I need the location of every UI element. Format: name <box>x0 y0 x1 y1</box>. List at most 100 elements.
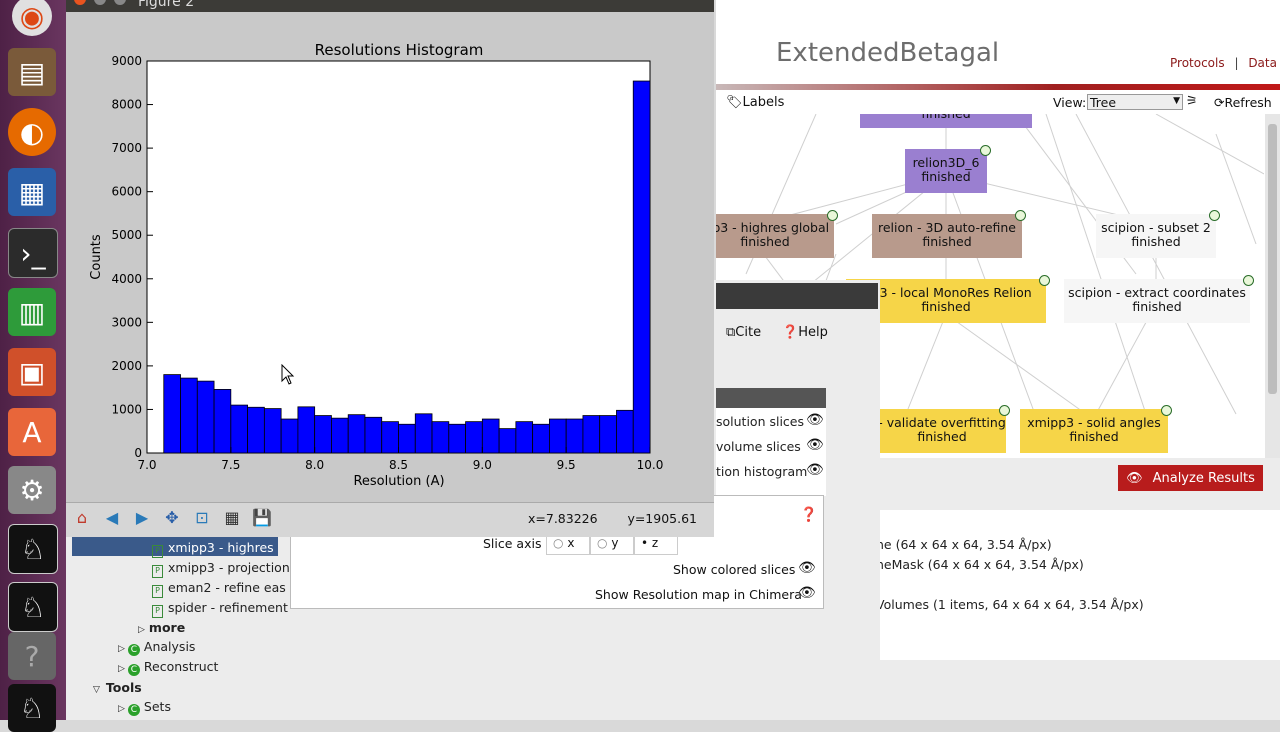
files-icon[interactable]: ▤ <box>8 48 56 96</box>
x-axis-label: Resolution (A) <box>353 474 444 489</box>
home-icon[interactable]: ⌂ <box>70 505 94 529</box>
tree-item[interactable]: Pspider - refinement <box>152 600 288 618</box>
view-select[interactable]: Tree ▼ <box>1087 94 1183 110</box>
scipion-icon[interactable]: ♘ <box>8 684 56 732</box>
histogram-bar <box>431 421 450 454</box>
status-dot-icon <box>1039 275 1050 286</box>
histogram-bar <box>498 428 517 454</box>
x-tick-label: 9.0 <box>473 458 492 472</box>
zoom-icon[interactable]: ⊡ <box>190 505 214 529</box>
histogram-bar <box>230 404 248 454</box>
software-center-icon[interactable]: A <box>8 408 56 456</box>
eye-icon[interactable]: 👁 <box>806 462 824 478</box>
tree-category-reconstruct[interactable]: ▷ C Reconstruct <box>118 659 218 676</box>
output-item[interactable]: neMask (64 x 64 x 64, 3.54 Å/px) <box>876 557 1084 572</box>
histogram-bar <box>565 418 584 454</box>
protocol-node[interactable]: xmipp3 - solid angles finished <box>1020 405 1172 453</box>
tree-category-sets[interactable]: ▷ C Sets <box>118 699 171 716</box>
slice-axis-label: Slice axis <box>483 536 542 551</box>
unknown-app-icon[interactable]: ? <box>8 632 56 680</box>
status-dot-icon <box>827 210 838 221</box>
ubuntu-logo-icon[interactable]: ◉ <box>12 0 52 36</box>
tag-icon: 🏷 <box>726 95 743 110</box>
eye-icon[interactable]: 👁 <box>806 412 824 428</box>
protocol-node[interactable]: finished <box>860 114 1032 128</box>
cite-button[interactable]: ⧉Cite <box>726 325 761 340</box>
mouse-cursor-icon <box>281 364 295 385</box>
minimize-icon[interactable] <box>94 0 106 5</box>
terminal-icon[interactable]: ›_ <box>8 228 58 278</box>
protocols-link[interactable]: Protocols <box>1170 56 1225 70</box>
eye-icon[interactable]: 👁 <box>798 585 816 601</box>
tree-layout-icon[interactable]: ⚞ <box>1186 94 1198 109</box>
eye-icon[interactable]: 👁 <box>798 560 816 576</box>
histogram-bar <box>548 418 567 454</box>
y-tick-label: 7000 <box>111 141 142 155</box>
close-icon[interactable] <box>74 0 86 5</box>
project-links: Protocols | Data <box>1170 56 1277 70</box>
labels-button[interactable]: 🏷Labels <box>726 95 784 110</box>
writer-icon[interactable]: ▦ <box>8 168 56 216</box>
graph-scrollbar[interactable] <box>1265 114 1280 458</box>
x-tick-label: 7.0 <box>137 458 156 472</box>
tree-item[interactable]: Pxmipp3 - highres <box>152 540 274 558</box>
back-icon[interactable]: ◀ <box>100 505 124 529</box>
protocol-node[interactable]: scipion - extract coordinates finished <box>1064 275 1254 323</box>
histogram-bar <box>280 418 299 454</box>
forward-icon[interactable]: ▶ <box>130 505 154 529</box>
y-axis-label: Counts <box>89 234 104 280</box>
chart-title: Resolutions Histogram <box>315 41 484 59</box>
axis-y-radio[interactable]: ○ y <box>590 535 634 555</box>
tree-more[interactable]: ▷ more <box>138 620 185 635</box>
save-icon[interactable]: 💾 <box>250 505 274 529</box>
axis-z-radio[interactable]: • z <box>634 535 678 555</box>
data-link[interactable]: Data <box>1248 56 1277 70</box>
view-label: View: <box>1053 95 1087 110</box>
help-icon[interactable]: ❓ <box>800 507 817 523</box>
output-item[interactable]: Volumes (1 items, 64 x 64 x 64, 3.54 Å/p… <box>876 597 1144 612</box>
option-label: solution slices <box>716 414 805 429</box>
category-icon: C <box>127 664 140 676</box>
scrollbar-thumb[interactable] <box>1268 124 1277 394</box>
protocol-node[interactable]: ipp3 - highres globalfinished <box>716 210 838 258</box>
refresh-button[interactable]: ⟳Refresh <box>1214 95 1272 110</box>
eye-icon[interactable]: 👁 <box>806 437 824 453</box>
y-tick-label: 3000 <box>111 315 142 329</box>
y-tick-label: 5000 <box>111 228 142 242</box>
link-separator: | <box>1234 56 1239 70</box>
analyze-results-button[interactable]: 👁 Analyze Results <box>1118 465 1263 491</box>
protocol-node[interactable]: - validate overfitting finished <box>878 405 1010 453</box>
tree-item[interactable]: Peman2 - refine eas <box>152 580 286 598</box>
settings-icon[interactable]: ⚙ <box>8 466 56 514</box>
protocol-node[interactable]: relion3D_6 finished <box>905 145 991 193</box>
histogram-bar <box>582 415 601 454</box>
histogram-bar <box>515 421 534 454</box>
tree-category-analysis[interactable]: ▷ C Analysis <box>118 639 195 656</box>
tree-section-tools[interactable]: ▽ Tools <box>93 680 142 695</box>
scipion-icon[interactable]: ♘ <box>8 582 58 632</box>
y-tick-label: 2000 <box>111 359 142 373</box>
protocol-icon: P <box>152 605 163 618</box>
firefox-icon[interactable]: ◐ <box>8 108 56 156</box>
protocol-node[interactable]: scipion - subset 2 finished <box>1096 210 1220 258</box>
impress-icon[interactable]: ▣ <box>8 348 56 396</box>
histogram-bar <box>364 416 383 454</box>
x-tick-label: 8.0 <box>305 458 324 472</box>
histogram-bar <box>314 415 332 454</box>
histogram-bar <box>465 421 483 454</box>
protocol-node[interactable]: relion - 3D auto-refine finished <box>872 210 1026 258</box>
pan-icon[interactable]: ✥ <box>160 505 184 529</box>
histogram-chart: Resolutions Histogram 7.0 7.5 8.0 8.5 9.0 9.5… <box>89 41 663 489</box>
subplots-icon[interactable]: ▦ <box>220 505 244 529</box>
histogram-bar <box>263 408 282 454</box>
maximize-icon[interactable] <box>114 0 126 5</box>
help-button[interactable]: ❓Help <box>782 325 828 340</box>
protocol-icon: P <box>152 545 163 558</box>
tree-item[interactable]: Pxmipp3 - projection <box>152 560 290 578</box>
status-dot-icon <box>1161 405 1172 416</box>
calc-icon[interactable]: ▥ <box>8 288 56 336</box>
y-tick-label: 1000 <box>111 402 142 416</box>
scipion-icon[interactable]: ♘ <box>8 524 58 574</box>
axis-x-radio[interactable]: ○ x <box>546 535 590 555</box>
output-item[interactable]: ne (64 x 64 x 64, 3.54 Å/px) <box>876 537 1052 552</box>
